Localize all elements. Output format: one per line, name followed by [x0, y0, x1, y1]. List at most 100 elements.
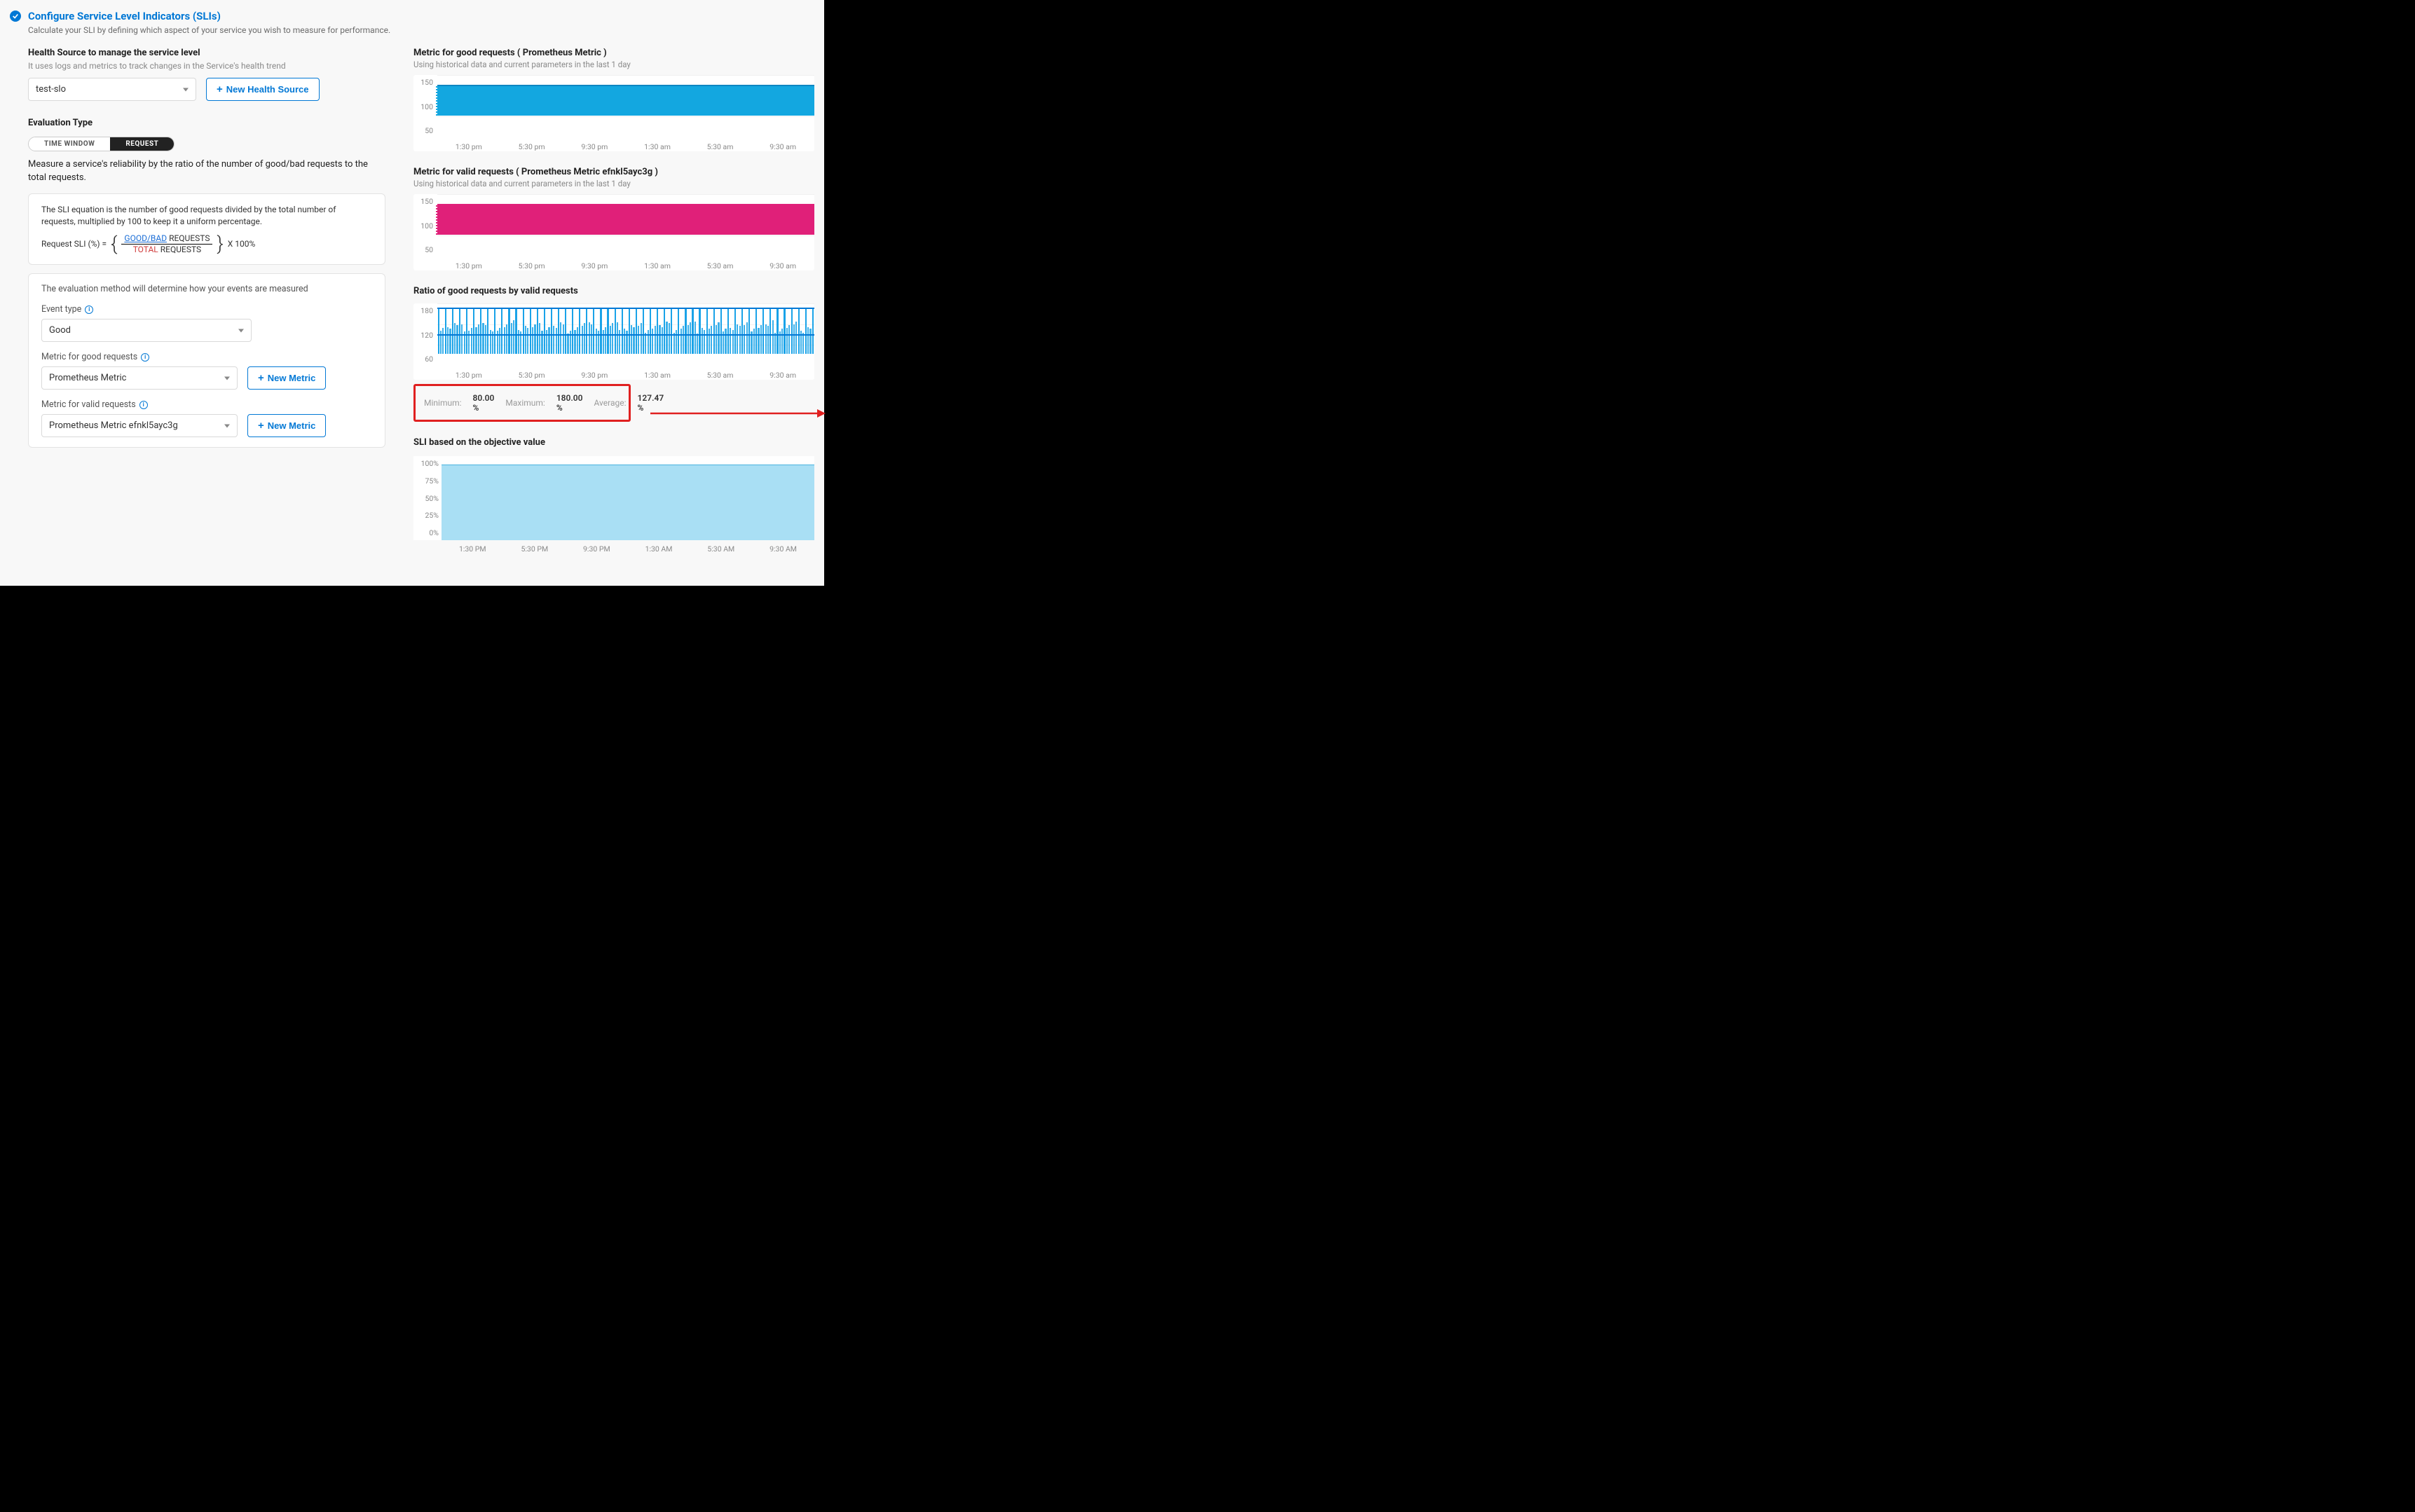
- x-tick: 9:30 am: [769, 371, 796, 380]
- x-tick: 9:30 am: [769, 261, 796, 270]
- x-tick: 1:30 AM: [645, 544, 673, 554]
- valid-metric-label: Metric for valid requests i: [41, 399, 372, 410]
- new-metric-button-good[interactable]: + New Metric: [247, 366, 326, 390]
- valid-metric-select[interactable]: Prometheus Metric efnkl5ayc3g: [41, 414, 238, 437]
- right-column: Metric for good requests ( Prometheus Me…: [413, 48, 814, 569]
- plot-area: [437, 194, 814, 257]
- section-title: Configure Service Level Indicators (SLIs…: [28, 10, 221, 22]
- stat-avg-label: Average:: [594, 398, 627, 408]
- x-tick: 5:30 pm: [519, 142, 545, 151]
- brace-right-icon: }: [217, 234, 223, 254]
- section-subtitle: Calculate your SLI by defining which asp…: [28, 25, 814, 35]
- health-source-select[interactable]: test-slo: [28, 78, 196, 101]
- chart-valid-section: Metric for valid requests ( Prometheus M…: [413, 167, 814, 270]
- y-axis: 150 100 50: [413, 194, 437, 257]
- y-tick: 100: [420, 221, 433, 231]
- good-metric-label-text: Metric for good requests: [41, 352, 137, 362]
- formula-den-rest: REQUESTS: [158, 245, 201, 254]
- x-tick: 5:30 AM: [707, 544, 734, 554]
- y-tick: 120: [420, 331, 433, 340]
- chart-good-section: Metric for good requests ( Prometheus Me…: [413, 48, 814, 151]
- plus-icon: +: [258, 373, 264, 383]
- chart-good-title: Metric for good requests ( Prometheus Me…: [413, 48, 814, 58]
- sli-area: [442, 456, 814, 540]
- health-source-title: Health Source to manage the service leve…: [28, 48, 385, 58]
- chart-valid-title: Metric for valid requests ( Prometheus M…: [413, 167, 814, 177]
- y-tick: 100%: [421, 459, 439, 468]
- good-metric-value: Prometheus Metric: [49, 373, 126, 383]
- stat-max-label: Maximum:: [505, 398, 545, 408]
- good-metric-select[interactable]: Prometheus Metric: [41, 366, 238, 390]
- x-tick: 9:30 pm: [581, 142, 608, 151]
- info-icon[interactable]: i: [85, 305, 93, 314]
- evaluation-panel: The evaluation method will determine how…: [28, 273, 385, 448]
- check-circle-icon: [10, 11, 21, 22]
- stat-max-value: 180.00 %: [556, 393, 583, 413]
- formula-fraction: GOOD/BAD REQUESTS TOTAL REQUESTS: [121, 233, 212, 254]
- x-tick: 1:30 pm: [456, 261, 482, 270]
- evaluation-description: Measure a service's reliability by the r…: [28, 158, 385, 185]
- stat-min-value: 80.00 %: [473, 393, 495, 413]
- toggle-request[interactable]: REQUEST: [110, 137, 174, 151]
- good-metric-label: Metric for good requests i: [41, 352, 372, 362]
- formula-mult: X 100%: [228, 239, 256, 249]
- new-health-source-button[interactable]: + New Health Source: [206, 78, 320, 101]
- evaluation-type-toggle: TIME WINDOW REQUEST: [28, 137, 175, 151]
- x-tick: 5:30 PM: [521, 544, 548, 554]
- chart-sli-section: SLI based on the objective value 100% 75…: [413, 437, 814, 554]
- plot-area: [437, 75, 814, 138]
- stat-avg-value: 127.47 %: [638, 393, 664, 413]
- new-metric-label: New Metric: [268, 373, 316, 383]
- plus-icon: +: [217, 84, 223, 95]
- stat-min-label: Minimum:: [424, 398, 462, 408]
- chart-good-subtitle: Using historical data and current parame…: [413, 60, 814, 69]
- evaluation-type-title: Evaluation Type: [28, 118, 385, 128]
- y-tick: 0%: [429, 528, 439, 537]
- x-tick: 5:30 am: [707, 371, 734, 380]
- new-metric-button-valid[interactable]: + New Metric: [247, 414, 326, 437]
- x-axis: 1:30 PM5:30 PM9:30 PM1:30 AM5:30 AM9:30 …: [413, 540, 814, 554]
- formula-num-rest: REQUESTS: [167, 233, 210, 243]
- x-axis: 1:30 pm5:30 pm9:30 pm1:30 am5:30 am9:30 …: [413, 138, 814, 151]
- left-column: Health Source to manage the service leve…: [28, 48, 385, 569]
- y-tick: 75%: [425, 476, 439, 486]
- x-tick: 1:30 pm: [456, 371, 482, 380]
- header: Configure Service Level Indicators (SLIs…: [10, 10, 814, 22]
- formula-row: Request SLI (%) = { GOOD/BAD REQUESTS TO…: [41, 233, 372, 254]
- health-source-subtitle: It uses logs and metrics to track change…: [28, 61, 385, 71]
- eval-panel-heading: The evaluation method will determine how…: [41, 284, 372, 294]
- info-icon[interactable]: i: [139, 401, 148, 409]
- toggle-time-window[interactable]: TIME WINDOW: [29, 137, 110, 151]
- formula-card: The SLI equation is the number of good r…: [28, 193, 385, 266]
- chart-good: 150 100 50 1:30 pm5:: [413, 75, 814, 151]
- x-axis: 1:30 pm5:30 pm9:30 pm1:30 am5:30 am9:30 …: [413, 257, 814, 270]
- x-tick: 1:30 am: [644, 371, 671, 380]
- chart-sli: 100% 75% 50% 25% 0%: [413, 456, 814, 540]
- x-tick: 9:30 pm: [581, 371, 608, 380]
- x-tick: 1:30 am: [644, 142, 671, 151]
- brace-left-icon: {: [111, 234, 117, 254]
- y-axis: 150 100 50: [413, 75, 437, 138]
- y-tick: 50%: [425, 494, 439, 503]
- y-tick: 50: [425, 245, 433, 254]
- x-axis: 1:30 pm 5:30 pm 9:30 pm 1:30 am 5:30 am 9:30 …: [413, 366, 814, 380]
- info-icon[interactable]: i: [141, 353, 149, 362]
- page-container: Configure Service Level Indicators (SLIs…: [0, 0, 824, 586]
- x-tick: 5:30 pm: [519, 371, 545, 380]
- event-type-select[interactable]: Good: [41, 319, 252, 342]
- area-blue: [437, 85, 814, 116]
- x-tick: 9:30 am: [769, 142, 796, 151]
- x-tick: 5:30 pm: [519, 261, 545, 270]
- x-tick: 9:30 AM: [769, 544, 797, 554]
- y-axis: 100% 75% 50% 25% 0%: [413, 456, 442, 540]
- y-axis: 180 120 60: [413, 303, 437, 366]
- new-metric-label: New Metric: [268, 420, 316, 431]
- y-tick: 100: [420, 102, 433, 111]
- x-tick: 1:30 pm: [456, 142, 482, 151]
- valid-metric-label-text: Metric for valid requests: [41, 399, 136, 410]
- x-tick: 1:30 am: [644, 261, 671, 270]
- chart-ratio: 180 120 60 1:30 pm5:30 pm9:30 pm1:30: [413, 303, 814, 380]
- y-tick: 50: [425, 126, 433, 135]
- y-tick: 25%: [425, 511, 439, 520]
- ratio-stats-box: Minimum: 80.00 % Maximum: 180.00 % Avera…: [413, 384, 631, 422]
